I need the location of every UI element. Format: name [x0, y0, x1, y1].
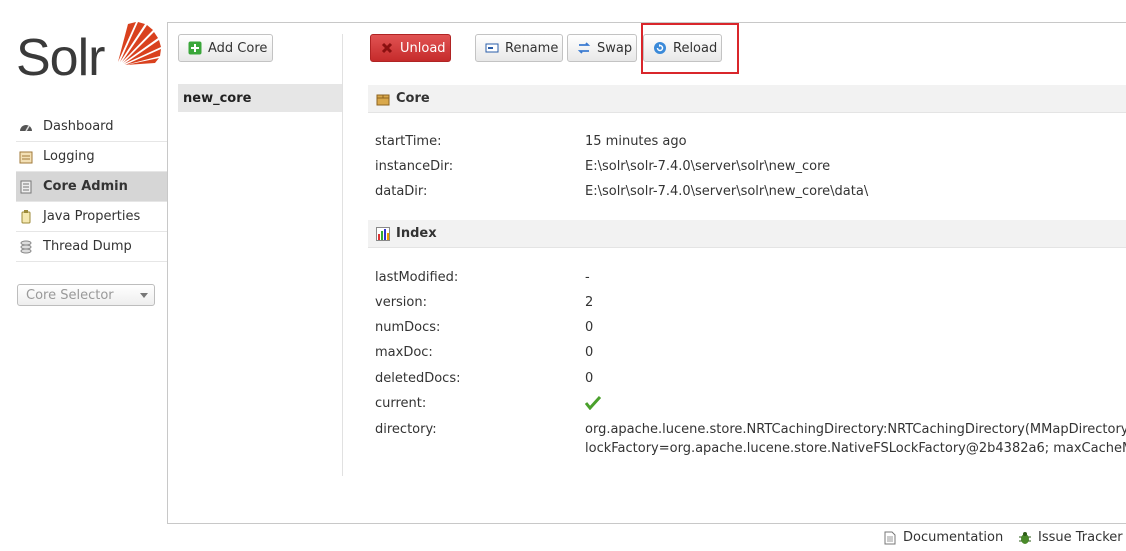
core-row-datadir: dataDir: E:\solr\solr-7.4.0\server\solr\… — [375, 184, 1126, 204]
nav-label: Dashboard — [43, 119, 114, 134]
thread-dump-icon — [18, 239, 34, 255]
add-core-button[interactable]: Add Core — [178, 34, 273, 62]
package-icon — [376, 92, 390, 106]
nav-item-logging[interactable]: Logging — [16, 142, 167, 172]
sunburst-logo-icon — [118, 22, 161, 65]
checkmark-icon — [584, 395, 602, 414]
core-section-header: Core — [368, 85, 1126, 113]
rename-icon — [485, 41, 499, 55]
cross-icon — [380, 41, 394, 55]
row-key: startTime: — [375, 134, 442, 149]
row-value: 2 — [585, 295, 594, 310]
swap-button[interactable]: Swap — [567, 34, 637, 62]
left-nav: Dashboard Logging Core Admin Java Proper… — [16, 112, 167, 262]
row-value: E:\solr\solr-7.4.0\server\solr\new_core\… — [585, 184, 869, 199]
add-core-label: Add Core — [208, 40, 268, 56]
nav-item-dashboard[interactable]: Dashboard — [16, 112, 167, 142]
document-icon — [883, 531, 897, 545]
documentation-link[interactable]: Documentation — [883, 530, 1003, 545]
nav-label: Java Properties — [43, 209, 141, 224]
issue-tracker-link[interactable]: Issue Tracker — [1018, 530, 1123, 545]
rename-label: Rename — [505, 40, 559, 56]
solr-logo[interactable]: Solr — [16, 18, 161, 90]
index-row-numdocs: numDocs: 0 — [375, 320, 1126, 340]
row-key: deletedDocs: — [375, 371, 461, 386]
dashboard-icon — [18, 119, 34, 135]
bug-icon — [1018, 531, 1032, 545]
unload-button[interactable]: Unload — [370, 34, 451, 62]
row-key: dataDir: — [375, 184, 428, 199]
row-value: 0 — [585, 345, 594, 360]
nav-item-java-properties[interactable]: Java Properties — [16, 202, 167, 232]
core-selector-placeholder: Core Selector — [26, 287, 114, 303]
core-name: new_core — [183, 90, 252, 106]
index-row-lastmodified: lastModified: - — [375, 270, 1126, 290]
row-value: - — [585, 270, 590, 285]
nav-label: Thread Dump — [43, 239, 132, 254]
reload-highlight-box — [641, 23, 739, 74]
row-key: numDocs: — [375, 320, 441, 335]
index-row-version: version: 2 — [375, 295, 1126, 315]
row-key: version: — [375, 295, 427, 310]
row-key: current: — [375, 396, 427, 411]
plus-icon — [188, 41, 202, 55]
row-key: instanceDir: — [375, 159, 454, 174]
bar-chart-icon — [376, 226, 390, 241]
nav-label: Core Admin — [43, 179, 128, 194]
nav-item-core-admin[interactable]: Core Admin — [16, 172, 167, 202]
nav-label: Logging — [43, 149, 95, 164]
documentation-label: Documentation — [903, 530, 1004, 545]
core-row-instancedir: instanceDir: E:\solr\solr-7.4.0\server\s… — [375, 159, 1126, 179]
row-value: E:\solr\solr-7.4.0\server\solr\new_core — [585, 159, 831, 174]
row-value: 15 minutes ago — [585, 134, 687, 149]
core-selector-dropdown[interactable]: Core Selector — [17, 284, 155, 306]
java-properties-icon — [18, 209, 34, 225]
panel-divider — [342, 34, 343, 476]
nav-item-thread-dump[interactable]: Thread Dump — [16, 232, 167, 262]
logo-wordmark: Solr — [16, 29, 105, 87]
index-row-maxdoc: maxDoc: 0 — [375, 345, 1126, 365]
index-section-header: Index — [368, 220, 1126, 248]
chevron-down-icon — [140, 293, 148, 298]
swap-icon — [577, 41, 591, 55]
index-row-current: current: — [375, 395, 1126, 416]
rename-button[interactable]: Rename — [475, 34, 563, 62]
index-section-title: Index — [396, 226, 437, 241]
row-value-continued: lockFactory=org.apache.lucene.store.Nati… — [585, 441, 1126, 456]
core-row-starttime: startTime: 15 minutes ago — [375, 134, 1126, 154]
row-key: maxDoc: — [375, 345, 433, 360]
row-value: 0 — [585, 320, 594, 335]
row-key: lastModified: — [375, 270, 459, 285]
issue-tracker-label: Issue Tracker — [1038, 530, 1123, 545]
core-list-item[interactable]: new_core — [178, 84, 342, 112]
row-value: 0 — [585, 371, 594, 386]
swap-label: Swap — [597, 40, 633, 56]
row-key: directory: — [375, 422, 437, 437]
core-admin-icon — [18, 179, 34, 195]
index-row-deleteddocs: deletedDocs: 0 — [375, 371, 1126, 391]
index-row-directory: directory: org.apache.lucene.store.NRTCa… — [375, 422, 1126, 462]
row-value: org.apache.lucene.store.NRTCachingDirect… — [585, 422, 1126, 437]
core-section-title: Core — [396, 91, 430, 106]
logging-icon — [18, 149, 34, 165]
unload-label: Unload — [400, 40, 446, 56]
